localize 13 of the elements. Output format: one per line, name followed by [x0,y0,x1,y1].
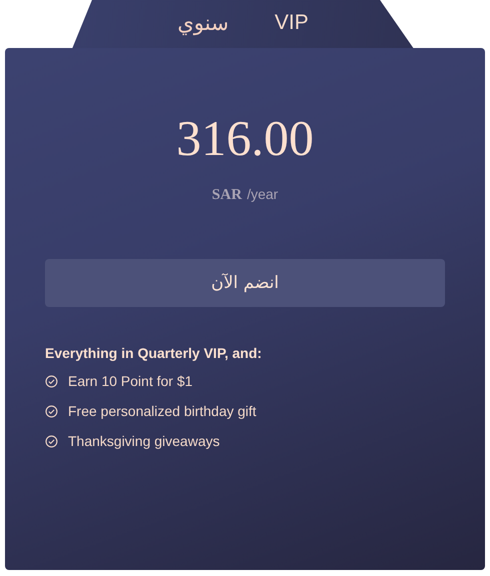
feature-text: Free personalized birthday gift [68,403,256,419]
check-circle-icon [45,434,58,448]
check-circle-icon [45,404,58,418]
plan-period: سنوي [177,10,229,34]
join-button[interactable]: انضم الآن [45,259,445,307]
check-circle-icon [45,374,58,388]
feature-text: Earn 10 Point for $1 [68,373,193,389]
feature-text: Thanksgiving giveaways [68,433,220,449]
price-unit: /year [246,186,278,202]
features-heading: Everything in Quarterly VIP, and: [45,345,262,361]
price-amount: 316.00 [176,113,314,163]
plan-name: VIP [274,10,309,34]
price-currency: SAR [212,187,242,204]
